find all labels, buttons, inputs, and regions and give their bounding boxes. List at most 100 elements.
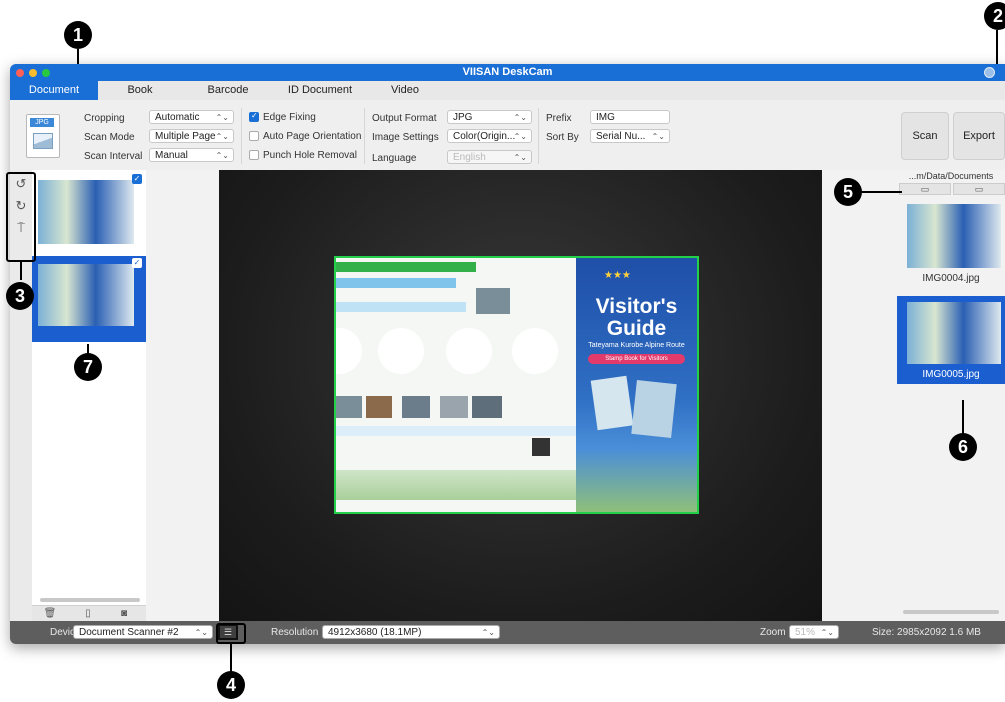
file-thumbnail <box>907 204 1001 268</box>
file-item[interactable]: IMG0004.jpg <box>897 200 1005 288</box>
sort-by-value: Serial Nu... <box>596 131 646 142</box>
thumbnail-list[interactable]: ✓ ✓ <box>32 170 146 621</box>
callout-4-leader <box>230 644 232 672</box>
document-qr-code <box>532 438 550 456</box>
callout-2-leader <box>996 30 998 68</box>
prefix-label: Prefix <box>546 113 572 124</box>
open-folder-button[interactable]: ▭ <box>899 183 951 195</box>
image-size-text: Size: 2985x2092 1.6 MB <box>872 627 981 638</box>
tab-book[interactable]: Book <box>110 81 170 100</box>
camera-icon[interactable]: ◙ <box>112 608 136 620</box>
stamp-circle <box>446 328 492 374</box>
scrollbar[interactable] <box>903 610 999 614</box>
output-format-label: Output Format <box>372 113 437 124</box>
prefix-value: IMG <box>596 112 615 123</box>
edge-fixing-checkbox[interactable] <box>249 111 259 122</box>
language-select[interactable]: English ⌃⌄ <box>447 150 532 164</box>
sort-by-select[interactable]: Serial Nu... ⌃⌄ <box>590 129 670 143</box>
punch-hole-label: Punch Hole Removal <box>263 150 357 161</box>
stamp-circle <box>378 328 424 374</box>
callout-7: 7 <box>74 353 102 381</box>
chevron-updown-icon: ⌃⌄ <box>215 132 229 141</box>
status-bar: Device Document Scanner #2 ⌃⌄ ☰ Resolutio… <box>10 621 1005 644</box>
file-thumbnail <box>907 302 1001 364</box>
punch-hole-checkbox[interactable] <box>249 150 259 160</box>
scan-mode-value: Multiple Page <box>155 131 216 142</box>
scan-interval-label: Scan Interval <box>84 151 143 162</box>
sort-by-label: Sort By <box>546 132 579 143</box>
cropping-select[interactable]: Automatic ⌃⌄ <box>149 110 234 124</box>
resolution-value: 4912x3680 (18.1MP) <box>328 627 422 638</box>
callout-3-leader <box>20 262 22 280</box>
thumbnail-footer: 🗑 ▯ ◙ <box>32 605 146 622</box>
tab-barcode[interactable]: Barcode <box>193 81 263 100</box>
close-window-button[interactable] <box>16 69 24 77</box>
browse-folder-button[interactable]: ▭ <box>953 183 1005 195</box>
trash-icon[interactable]: 🗑 <box>38 608 62 620</box>
auto-orientation-checkbox[interactable] <box>249 131 259 141</box>
copy-icon[interactable]: ▯ <box>76 608 100 620</box>
thumbnail-item-selected[interactable]: ✓ <box>32 256 146 342</box>
camera-preview[interactable]: ★★★ Visitor's Guide Tateyama Kurobe Alpi… <box>219 170 822 621</box>
document-photo <box>472 396 502 418</box>
tab-bar: Document Book Barcode ID Document Video <box>10 81 1005 100</box>
resolution-label: Resolution <box>271 627 319 638</box>
document-photo <box>402 396 430 418</box>
file-name: IMG0004.jpg <box>922 273 980 284</box>
settings-gear-icon[interactable] <box>984 67 995 78</box>
captured-document: ★★★ Visitor's Guide Tateyama Kurobe Alpi… <box>334 256 699 514</box>
divider <box>538 108 539 164</box>
device-select[interactable]: Document Scanner #2 ⌃⌄ <box>73 625 213 639</box>
resolution-select[interactable]: 4912x3680 (18.1MP) ⌃⌄ <box>322 625 500 639</box>
chevron-updown-icon: ⌃⌄ <box>194 628 208 637</box>
thumbnail-item[interactable]: ✓ <box>32 172 146 250</box>
jpg-file-icon-label: JPG <box>30 118 54 127</box>
cover-banner: Stamp Book for Visitors <box>588 354 685 364</box>
auto-orientation-label: Auto Page Orientation <box>263 131 362 142</box>
checkmark-icon[interactable]: ✓ <box>132 258 142 268</box>
minimize-window-button[interactable] <box>29 69 37 77</box>
language-label: Language <box>372 153 417 164</box>
scan-button[interactable]: Scan <box>901 112 949 160</box>
cover-subtitle: Tateyama Kurobe Alpine Route <box>588 342 685 349</box>
app-window: VIISAN DeskCam Document Book Barcode ID … <box>10 64 1005 644</box>
output-format-select[interactable]: JPG ⌃⌄ <box>447 110 532 124</box>
image-settings-label: Image Settings <box>372 132 439 143</box>
folder-path: ...m/Data/Documents <box>908 171 994 181</box>
callout-6-leader <box>962 400 964 434</box>
scan-mode-label: Scan Mode <box>84 132 135 143</box>
zoom-window-button[interactable] <box>42 69 50 77</box>
window-title: VIISAN DeskCam <box>462 66 553 78</box>
prefix-input[interactable]: IMG <box>590 110 670 124</box>
file-item-selected[interactable]: IMG0005.jpg <box>897 296 1005 384</box>
chevron-updown-icon: ⌃⌄ <box>513 132 527 141</box>
divider <box>364 108 365 164</box>
scrollbar[interactable] <box>40 598 140 602</box>
document-photo <box>476 288 510 314</box>
document-left-page <box>336 258 576 512</box>
output-format-value: JPG <box>453 112 473 123</box>
image-glyph-icon <box>33 133 53 149</box>
chevron-updown-icon: ⌃⌄ <box>513 113 527 122</box>
scan-mode-select[interactable]: Multiple Page ⌃⌄ <box>149 129 234 143</box>
cover-title: Visitor's <box>595 295 678 318</box>
chevron-updown-icon: ⌃⌄ <box>651 132 665 141</box>
chevron-updown-icon: ⌃⌄ <box>215 151 229 160</box>
callout-2: 2 <box>984 2 1005 30</box>
callout-6: 6 <box>949 433 977 461</box>
image-settings-select[interactable]: Color(Origin... ⌃⌄ <box>447 129 532 143</box>
thumbnail-image <box>38 180 134 244</box>
tab-video[interactable]: Video <box>380 81 430 100</box>
tab-id-document[interactable]: ID Document <box>270 81 370 100</box>
callout-1: 1 <box>64 21 92 49</box>
folder-open-icon: ▭ <box>974 184 984 194</box>
export-button[interactable]: Export <box>953 112 1005 160</box>
zoom-select[interactable]: 51% ⌃⌄ <box>789 625 839 639</box>
cover-photo <box>590 375 634 431</box>
tab-document[interactable]: Document <box>10 81 98 100</box>
stamp-circle <box>336 328 362 374</box>
stamp-circle <box>512 328 558 374</box>
scan-interval-select[interactable]: Manual ⌃⌄ <box>149 148 234 162</box>
checkmark-icon[interactable]: ✓ <box>132 174 142 184</box>
image-settings-value: Color(Origin... <box>453 131 516 142</box>
